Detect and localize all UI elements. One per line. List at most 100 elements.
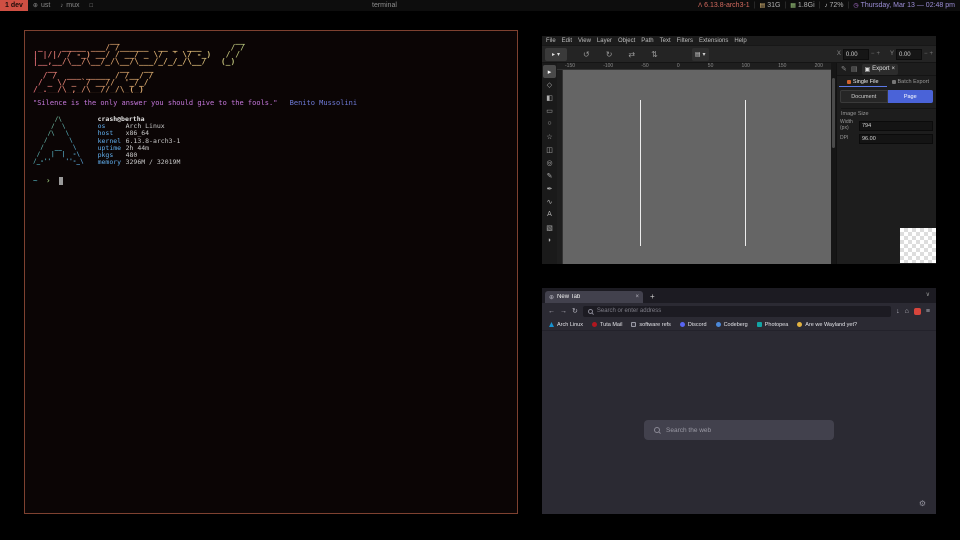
minus-spinner[interactable]: − <box>871 51 875 57</box>
page-button[interactable]: Page <box>888 90 934 103</box>
workspace-tag-ust[interactable]: ⊕ ust <box>28 0 55 11</box>
search-icon <box>588 309 593 314</box>
tab-single-file[interactable]: Single File <box>839 77 887 87</box>
fastfetch-info: crash@bertha osArch Linux hostx86_64 ker… <box>98 116 181 166</box>
bookmark-arch-linux[interactable]: Arch Linux <box>549 322 583 328</box>
tool-pen[interactable]: ✒ <box>543 182 556 195</box>
memory-value: 1.8Gi <box>798 2 815 9</box>
address-bar[interactable]: Search or enter address <box>583 306 891 317</box>
tool-selector[interactable]: ▸ <box>543 65 556 78</box>
ruler-label: 0 <box>677 63 680 69</box>
bookmark-photopea[interactable]: Photopea <box>757 322 789 328</box>
canvas[interactable] <box>563 70 831 264</box>
document-button[interactable]: Document <box>840 90 888 103</box>
menu-button[interactable]: ≡ <box>926 308 930 315</box>
datetime-value: Thursday, Mar 13 — 02:48 pm <box>861 2 955 9</box>
z-order-dropdown[interactable]: ▤ ▾ <box>692 48 709 61</box>
focused-window-title: terminal <box>372 2 397 9</box>
tab-batch-export[interactable]: Batch Export <box>887 77 935 87</box>
menu-view[interactable]: View <box>578 38 591 44</box>
menu-path[interactable]: Path <box>641 38 653 44</box>
fetch-row: memory3296M / 32019M <box>98 159 181 166</box>
tab-list-chevron-icon[interactable]: ∨ <box>926 291 930 298</box>
menu-help[interactable]: Help <box>734 38 746 44</box>
workspace-tag-dev[interactable]: 1 dev <box>0 0 28 11</box>
wayland-icon <box>797 322 802 327</box>
tool-3d-box[interactable]: ◫ <box>543 143 556 156</box>
web-search-input[interactable]: Search the web <box>644 420 834 440</box>
tool-star[interactable]: ☆ <box>543 130 556 143</box>
scrollbar-thumb[interactable] <box>832 78 835 148</box>
plus-spinner[interactable]: + <box>929 51 933 57</box>
plus-spinner[interactable]: + <box>876 51 880 57</box>
shell-prompt[interactable]: ~ › <box>33 176 509 185</box>
separator: | <box>754 2 756 9</box>
downloads-button[interactable]: ↓ <box>896 308 900 315</box>
workspace-tag-mux[interactable]: ♪ mux <box>55 0 84 11</box>
home-button[interactable]: ⌂ <box>905 308 909 315</box>
reload-button[interactable]: ↻ <box>572 307 578 315</box>
bookmarks-bar: Arch Linux Tuta Mail software refs Disco… <box>542 319 936 331</box>
bookmark-discord[interactable]: Discord <box>680 322 707 328</box>
tool-shape-builder[interactable]: ◧ <box>543 91 556 104</box>
tool-text[interactable]: A <box>543 208 556 221</box>
menu-extensions[interactable]: Extensions <box>699 38 728 44</box>
rotate-ccw-icon[interactable]: ↺ <box>583 50 590 59</box>
menu-text[interactable]: Text <box>660 38 671 44</box>
ruler-label: 150 <box>778 63 786 69</box>
personalize-gear-icon[interactable]: ⚙ <box>919 499 926 508</box>
tool-dropper[interactable]: ◗ <box>543 234 556 247</box>
new-tab-button[interactable]: + <box>650 292 655 301</box>
bookmark-tuta-mail[interactable]: Tuta Mail <box>592 322 622 328</box>
ruler-label: -50 <box>641 63 648 69</box>
cursor-icon: ▸ <box>552 51 555 58</box>
search-placeholder: Search the web <box>666 427 711 434</box>
page-border-right <box>745 100 746 246</box>
menu-filters[interactable]: Filters <box>677 38 693 44</box>
ruler-label: -150 <box>565 63 575 69</box>
tab-new-tab[interactable]: ⊕ New Tab × <box>545 291 643 303</box>
selector-mode-dropdown[interactable]: ▸ ▾ <box>545 48 567 61</box>
fill-stroke-icon[interactable]: ✎ <box>841 65 847 73</box>
close-icon[interactable]: × <box>892 66 896 72</box>
layers-icon[interactable]: ▤ <box>851 65 858 73</box>
volume-value: 72% <box>829 2 843 9</box>
photopea-icon <box>757 322 762 327</box>
globe-icon: ⊕ <box>33 2 38 9</box>
width-input[interactable]: 794 <box>859 121 933 131</box>
bookmark-folder-software-refs[interactable]: software refs <box>631 322 670 328</box>
tool-calligraphy[interactable]: ∿ <box>543 195 556 208</box>
menu-layer[interactable]: Layer <box>597 38 612 44</box>
close-icon[interactable]: × <box>635 294 639 300</box>
minus-spinner[interactable]: − <box>924 51 928 57</box>
menu-file[interactable]: File <box>546 38 556 44</box>
menu-object[interactable]: Object <box>618 38 635 44</box>
extension-icon[interactable] <box>914 308 921 315</box>
rotate-cw-icon[interactable]: ↻ <box>606 50 613 59</box>
back-button[interactable]: ← <box>548 308 555 315</box>
tool-node-editor[interactable]: ◇ <box>543 78 556 91</box>
toolbox: ▸ ◇ ◧ ▭ ○ ☆ ◫ ◎ ✎ ✒ ∿ A ▧ ◗ <box>542 63 557 264</box>
flip-vertical-icon[interactable]: ⇅ <box>651 50 658 59</box>
tool-ellipse[interactable]: ○ <box>543 117 556 130</box>
bookmark-codeberg[interactable]: Codeberg <box>716 322 748 328</box>
y-input[interactable]: 0.00 <box>896 49 922 60</box>
x-input[interactable]: 0.00 <box>843 49 869 60</box>
dpi-label: DPI <box>840 136 857 142</box>
tool-pencil[interactable]: ✎ <box>543 169 556 182</box>
flip-horizontal-icon[interactable]: ⇄ <box>628 50 635 59</box>
bookmark-are-we-wayland-yet[interactable]: Are we Wayland yet? <box>797 322 857 328</box>
volume-icon: ♪ <box>824 3 827 9</box>
tool-spiral[interactable]: ◎ <box>543 156 556 169</box>
terminal-window[interactable]: __ __ _ _____ ___/ /______ __ _ ___ / / … <box>24 30 518 514</box>
menu-edit[interactable]: Edit <box>562 38 572 44</box>
export-dialog-tab[interactable]: ▣ Export × <box>862 64 899 75</box>
forward-button[interactable]: → <box>560 308 567 315</box>
workspace-tag-empty[interactable]: □ <box>85 0 99 11</box>
tuta-icon <box>592 322 597 327</box>
tool-rectangle[interactable]: ▭ <box>543 104 556 117</box>
dpi-input[interactable]: 96.00 <box>859 134 933 144</box>
status-modules: Λ 6.13.8-arch3-1 | ▤ 31G | ▦ 1.8Gi | ♪ 7… <box>698 2 960 9</box>
tool-gradient[interactable]: ▧ <box>543 221 556 234</box>
inkscape-window: File Edit View Layer Object Path Text Fi… <box>542 36 936 264</box>
